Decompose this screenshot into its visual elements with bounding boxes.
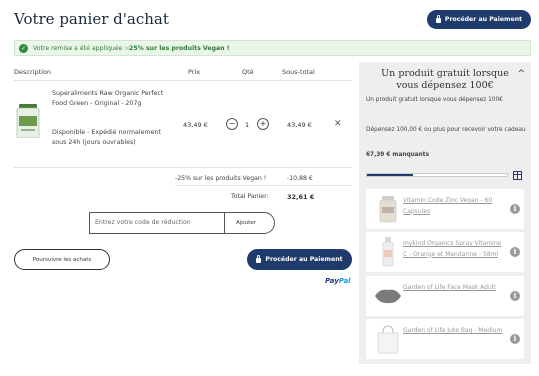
header-divider bbox=[14, 80, 352, 81]
free-gift-description: Dépensez 100,00 € ou plus pour recevoir … bbox=[366, 127, 526, 133]
free-gift-panel: Un produit gratuit lorsque vous dépensez… bbox=[359, 62, 531, 364]
product-image[interactable] bbox=[16, 104, 40, 138]
item-price: 43,49 € bbox=[183, 121, 208, 129]
free-gift-progress bbox=[366, 173, 508, 177]
qty-value: 1 bbox=[245, 121, 250, 129]
bottle-icon bbox=[379, 196, 397, 223]
checkout-button-top[interactable]: Procéder au Paiement bbox=[427, 10, 531, 29]
info-icon[interactable]: i bbox=[510, 334, 520, 344]
free-gift-title: Un produit gratuit lorsque vous dépensez… bbox=[381, 68, 509, 91]
discount-value: -10,88 € bbox=[287, 175, 313, 182]
qty-decrease-button[interactable]: − bbox=[226, 118, 238, 130]
banner-prefix: Votre remise a été appliquée : bbox=[33, 44, 127, 52]
header-subtotal: Sous-total bbox=[282, 68, 315, 76]
bag-icon bbox=[377, 325, 399, 354]
spray-icon bbox=[382, 237, 394, 267]
product-availability: Disponible - Expédié normalement sous 24… bbox=[52, 129, 161, 146]
qty-increase-button[interactable]: + bbox=[257, 118, 269, 130]
total-value: 32,61 € bbox=[287, 193, 315, 201]
header-price: Prix bbox=[188, 68, 201, 76]
info-icon[interactable]: i bbox=[510, 247, 520, 257]
coupon-input[interactable]: Entrez votre code de réduction bbox=[95, 219, 191, 226]
remove-item-icon[interactable]: ✕ bbox=[334, 119, 342, 129]
page-title: Votre panier d'achat bbox=[14, 10, 169, 28]
free-gift-subtitle: Un produit gratuit lorsque vous dépensez… bbox=[366, 97, 503, 103]
gift-item-name[interactable]: Garden of Life Jute Bag - Medium bbox=[403, 326, 503, 337]
coupon-form: Entrez votre code de réduction Ajouter bbox=[89, 212, 275, 234]
info-icon[interactable]: i bbox=[510, 204, 520, 214]
chevron-up-icon[interactable]: ^ bbox=[517, 69, 525, 79]
coupon-separator bbox=[224, 213, 225, 233]
paypal-logo[interactable]: PayPal bbox=[325, 277, 351, 285]
item-divider bbox=[14, 167, 352, 168]
lock-icon bbox=[256, 255, 262, 263]
gift-item-name[interactable]: mykind Organics Spray Vitamine C - Orang… bbox=[403, 239, 503, 260]
header-qty: Qté bbox=[242, 68, 254, 76]
checkout-button-bottom[interactable]: Procéder au Paiement bbox=[247, 249, 352, 270]
coupon-add-button[interactable]: Ajouter bbox=[236, 220, 256, 226]
paypal-logo-part1: Pay bbox=[325, 277, 339, 285]
continue-shopping-button[interactable]: Poursuivre les achats bbox=[14, 249, 110, 270]
total-label: Total Panier: bbox=[231, 193, 269, 200]
gift-item[interactable]: Vitamin Code Zinc Vegan - 60 Capsules i bbox=[366, 189, 524, 229]
gift-item[interactable]: mykind Organics Spray Vitamine C - Orang… bbox=[366, 232, 524, 272]
mask-icon bbox=[375, 289, 401, 304]
info-icon[interactable]: i bbox=[510, 291, 520, 301]
gift-item[interactable]: Garden of Life Jute Bag - Medium i bbox=[366, 319, 524, 359]
checkout-button-label: Procéder au Paiement bbox=[265, 256, 343, 263]
checkout-button-label: Procéder au Paiement bbox=[444, 16, 523, 23]
progress-fill bbox=[367, 174, 414, 176]
item-subtotal: 43,49 € bbox=[287, 121, 312, 129]
gift-item-name[interactable]: Vitamin Code Zinc Vegan - 60 Capsules bbox=[403, 196, 503, 217]
check-icon: ✓ bbox=[19, 43, 28, 53]
paypal-logo-part2: Pal bbox=[338, 277, 351, 285]
banner-highlight: -25% sur les produits Vegan ! bbox=[126, 44, 230, 52]
discount-banner: ✓ Votre remise a été appliquée : -25% su… bbox=[14, 40, 531, 56]
product-name[interactable]: Superaliments Raw Organic Perfect Food G… bbox=[52, 89, 164, 109]
gift-icon bbox=[513, 171, 522, 180]
lock-icon bbox=[435, 15, 441, 23]
discount-label: -25% sur les produits Vegan ! bbox=[175, 175, 267, 182]
gift-item[interactable]: Garden of Life Face Mask Adult i bbox=[366, 276, 524, 316]
gift-item-name[interactable]: Garden of Life Face Mask Adult bbox=[403, 283, 503, 294]
header-description: Description bbox=[14, 68, 52, 76]
free-gift-remaining: 67,39 € manquants bbox=[366, 152, 430, 158]
discount-divider bbox=[175, 185, 352, 186]
